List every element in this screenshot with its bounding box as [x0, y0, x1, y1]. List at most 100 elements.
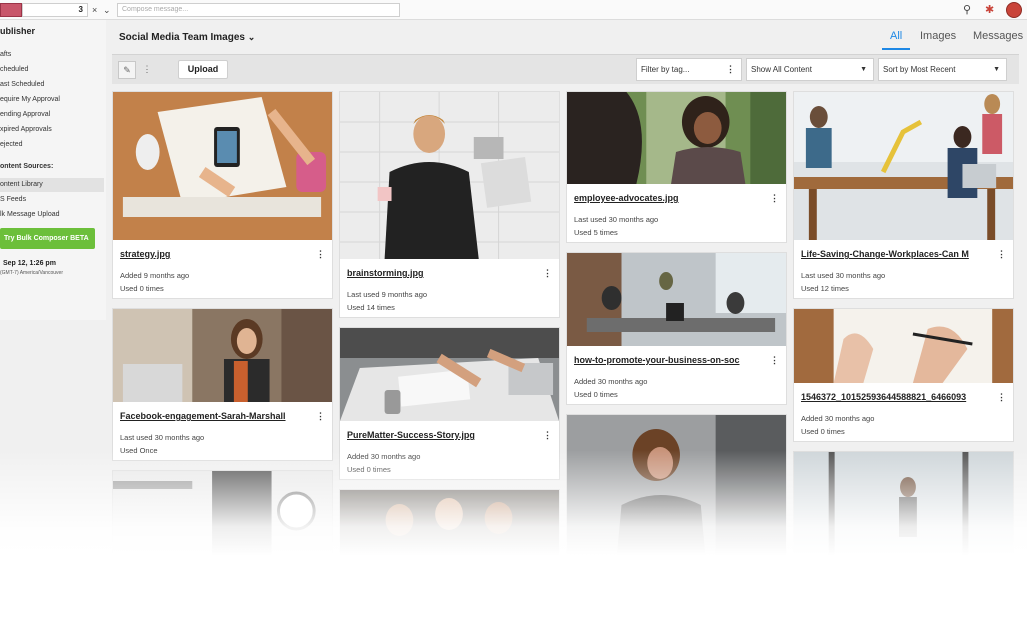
sidebar-item-content-library[interactable]: ontent Library — [0, 178, 104, 192]
upload-button[interactable]: Upload — [178, 60, 228, 79]
sidebar-item-past-scheduled[interactable]: ast Scheduled — [0, 78, 104, 92]
search-icon[interactable]: ⚲ — [963, 3, 971, 17]
filter-options-icon[interactable]: ⋮ — [726, 59, 735, 80]
media-usage-date: Last used 9 months ago — [347, 290, 428, 299]
media-name[interactable]: PureMatter-Success-Story.jpg — [347, 430, 537, 440]
top-bar: 3 × ⌄ Compose message... ⚲ ✱ — [0, 0, 1027, 20]
close-icon[interactable]: × — [92, 3, 97, 17]
media-thumbnail[interactable] — [567, 92, 786, 184]
media-usage-count: Used Once — [120, 446, 158, 455]
chevron-down-icon: ▼ — [993, 66, 1000, 73]
tab-messages[interactable]: Messages — [973, 28, 1023, 50]
media-card[interactable]: strategy.jpg ⋮ Added 9 months ago Used 0… — [112, 91, 333, 299]
media-usage-date: Added 30 months ago — [801, 414, 875, 423]
library-title-text: Social Media Team Images — [119, 32, 245, 43]
media-name[interactable]: employee-advocates.jpg — [574, 193, 764, 203]
tab-images[interactable]: Images — [920, 28, 956, 50]
sidebar-item-pending-approval[interactable]: ending Approval — [0, 108, 104, 122]
media-card[interactable] — [339, 489, 560, 559]
tab-all[interactable]: All — [882, 28, 911, 50]
media-usage-count: Used 0 times — [574, 390, 618, 399]
tag-filter-input[interactable]: Filter by tag... ⋮ — [636, 58, 742, 81]
media-usage-date: Last used 30 months ago — [801, 271, 886, 280]
media-card[interactable]: PureMatter-Success-Story.jpg ⋮ Added 30 … — [339, 327, 560, 480]
media-thumbnail[interactable] — [340, 490, 559, 558]
compose-input[interactable]: Compose message... — [117, 3, 400, 17]
media-thumbnail[interactable] — [794, 92, 1013, 240]
tag-filter-placeholder: Filter by tag... — [641, 65, 690, 74]
media-thumbnail[interactable] — [794, 452, 1013, 558]
media-usage-count: Used 0 times — [801, 427, 845, 436]
media-thumbnail[interactable] — [113, 92, 332, 240]
media-card[interactable]: Facebook-engagement-Sarah-Marshall ⋮ Las… — [112, 308, 333, 461]
sidebar-item-expired-approvals[interactable]: xpired Approvals — [0, 123, 104, 137]
media-usage-date: Added 30 months ago — [347, 452, 421, 461]
card-menu-icon[interactable]: ⋮ — [997, 392, 1006, 402]
media-thumbnail[interactable] — [340, 328, 559, 421]
sidebar-item-drafts[interactable]: afts — [0, 48, 104, 62]
profile-avatar[interactable] — [0, 3, 22, 17]
card-menu-icon[interactable]: ⋮ — [997, 249, 1006, 259]
media-thumbnail[interactable] — [113, 309, 332, 402]
card-menu-icon[interactable]: ⋮ — [316, 249, 325, 259]
profile-count-select[interactable]: 3 — [22, 3, 88, 17]
edit-icon[interactable]: ✎ — [118, 61, 136, 79]
card-menu-icon[interactable]: ⋮ — [770, 355, 779, 365]
library-title[interactable]: Social Media Team Images ⌄ — [119, 32, 255, 43]
media-name[interactable]: 1546372_10152593644588821_6466093 — [801, 392, 991, 402]
sort-select[interactable]: Sort by Most Recent ▼ — [878, 58, 1007, 81]
media-card[interactable]: brainstorming.jpg ⋮ Last used 9 months a… — [339, 91, 560, 318]
sidebar-item-require-approval[interactable]: equire My Approval — [0, 93, 104, 107]
media-name[interactable]: strategy.jpg — [120, 249, 310, 259]
media-thumbnail[interactable] — [794, 309, 1013, 383]
sidebar-item-rejected[interactable]: ejected — [0, 138, 104, 152]
media-card[interactable]: 1546372_10152593644588821_6466093 ⋮ Adde… — [793, 308, 1014, 442]
media-card[interactable] — [566, 414, 787, 559]
chevron-down-icon[interactable]: ⌄ — [103, 3, 111, 17]
media-usage-date: Added 9 months ago — [120, 271, 190, 280]
media-usage-count: Used 12 times — [801, 284, 849, 293]
media-name[interactable]: Facebook-engagement-Sarah-Marshall — [120, 411, 310, 421]
media-card[interactable] — [793, 451, 1014, 559]
sidebar-item-rss-feeds[interactable]: S Feeds — [0, 193, 104, 207]
notification-icon[interactable]: ✱ — [985, 3, 994, 17]
media-thumbnail[interactable] — [567, 415, 786, 558]
media-usage-date: Last used 30 months ago — [574, 215, 659, 224]
media-thumbnail[interactable] — [113, 471, 332, 559]
more-options-icon[interactable]: ⋮ — [142, 61, 152, 79]
media-thumbnail[interactable] — [340, 92, 559, 259]
card-menu-icon[interactable]: ⋮ — [543, 430, 552, 440]
card-menu-icon[interactable]: ⋮ — [770, 193, 779, 203]
bulk-composer-button[interactable]: Try Bulk Composer BETA — [0, 228, 95, 249]
card-menu-icon[interactable]: ⋮ — [543, 268, 552, 278]
content-type-value: Show All Content — [751, 65, 812, 74]
card-menu-icon[interactable]: ⋮ — [316, 411, 325, 421]
publisher-app: 3 × ⌄ Compose message... ⚲ ✱ ublisher af… — [0, 0, 1027, 642]
content-toolbar: ✎ ⋮ Upload Filter by tag... ⋮ Show All C… — [112, 54, 1019, 84]
chevron-down-icon: ⌄ — [247, 32, 256, 42]
media-usage-count: Used 0 times — [347, 465, 391, 474]
current-date: Sep 12, 1:26 pm — [3, 260, 56, 267]
media-thumbnail[interactable] — [567, 253, 786, 346]
media-card[interactable]: Life-Saving-Change-Workplaces-Can M ⋮ La… — [793, 91, 1014, 299]
content-type-select[interactable]: Show All Content ▼ — [746, 58, 874, 81]
sidebar: ublisher afts cheduled ast Scheduled equ… — [0, 20, 106, 320]
media-usage-count: Used 0 times — [120, 284, 164, 293]
media-name[interactable]: how-to-promote-your-business-on-soc — [574, 355, 764, 365]
sort-value: Sort by Most Recent — [883, 65, 956, 74]
media-card[interactable]: employee-advocates.jpg ⋮ Last used 30 mo… — [566, 91, 787, 243]
sidebar-item-bulk-upload[interactable]: lk Message Upload — [0, 208, 104, 222]
sidebar-item-scheduled[interactable]: cheduled — [0, 63, 104, 77]
chevron-down-icon: ▼ — [860, 66, 867, 73]
content-sources-heading: ontent Sources: — [0, 163, 54, 170]
media-name[interactable]: Life-Saving-Change-Workplaces-Can M — [801, 249, 991, 259]
media-name[interactable]: brainstorming.jpg — [347, 268, 537, 278]
user-avatar[interactable] — [1006, 2, 1022, 18]
media-usage-count: Used 14 times — [347, 303, 395, 312]
media-card[interactable]: how-to-promote-your-business-on-soc ⋮ Ad… — [566, 252, 787, 405]
media-usage-date: Added 30 months ago — [574, 377, 648, 386]
media-card[interactable] — [112, 470, 333, 560]
media-usage-count: Used 5 times — [574, 228, 618, 237]
sidebar-title: ublisher — [0, 26, 36, 36]
media-usage-date: Last used 30 months ago — [120, 433, 205, 442]
